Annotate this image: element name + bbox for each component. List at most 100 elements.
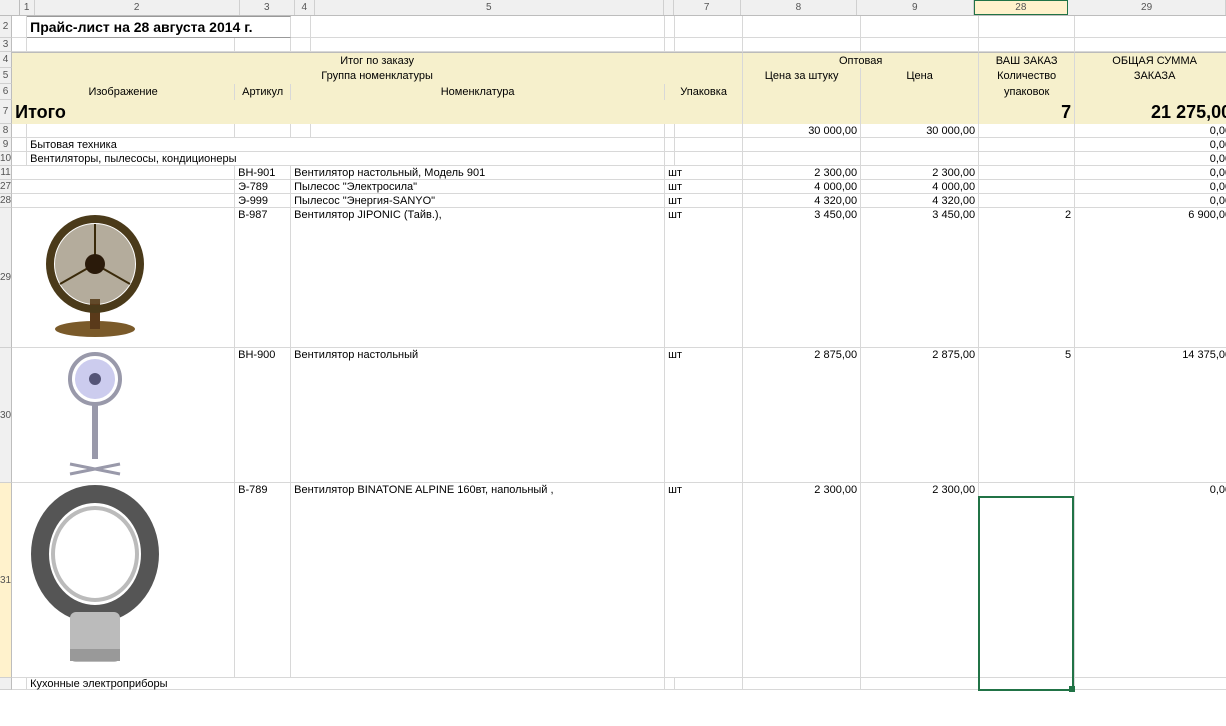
item-unit: шт: [665, 483, 743, 678]
cells-area[interactable]: Прайс-лист на 28 августа 2014 г. Итог по …: [12, 16, 1226, 690]
item-price2: 2 875,00: [861, 348, 979, 483]
group-row: Бытовая техника: [27, 138, 665, 152]
item-sum: 0,00: [1075, 180, 1226, 194]
col-header-2[interactable]: 2: [35, 0, 240, 15]
item-unit: шт: [665, 180, 743, 194]
item-price1: 4 000,00: [743, 180, 861, 194]
header-nomenclature-group: Группа номенклатуры: [12, 68, 743, 84]
total-label: Итого: [12, 100, 743, 124]
item-price1: 4 320,00: [743, 194, 861, 208]
header-price: Цена: [861, 68, 979, 84]
item-name: Вентилятор настольный: [291, 348, 665, 483]
header-packs: упаковок: [979, 84, 1075, 100]
row-header-11[interactable]: 11: [0, 166, 12, 180]
row-header-8[interactable]: 8: [0, 124, 12, 138]
header-packaging: Упаковка: [665, 84, 743, 100]
group-row: Кухонные электроприборы: [27, 678, 665, 690]
item-price2: 3 450,00: [861, 208, 979, 348]
row-header-3[interactable]: 3: [0, 38, 12, 52]
col-header-7[interactable]: 7: [674, 0, 741, 15]
select-all-corner[interactable]: [0, 0, 20, 15]
item-name: Вентилятор BINATONE ALPINE 160вт, наполь…: [291, 483, 665, 678]
total-sum: 21 275,00: [1075, 100, 1226, 124]
item-price2: 2 300,00: [861, 483, 979, 678]
row-header-31[interactable]: 31: [0, 483, 12, 678]
row-header-29[interactable]: 29: [0, 208, 12, 348]
row-header-6[interactable]: 6: [0, 84, 12, 100]
header-nomenclature: Номенклатура: [291, 84, 665, 100]
row-header-7[interactable]: 7: [0, 100, 12, 124]
item-sku: В-789: [235, 483, 291, 678]
col-header-6[interactable]: [664, 0, 674, 15]
item-name: Вентилятор настольный, Модель 901: [291, 166, 665, 180]
item-sum: 0,00: [1075, 194, 1226, 208]
item-unit: шт: [665, 194, 743, 208]
item-name: Пылесос "Энергия-SANYO": [291, 194, 665, 208]
col-header-29[interactable]: 29: [1068, 0, 1226, 15]
col-header-9[interactable]: 9: [857, 0, 973, 15]
col-header-5[interactable]: 5: [315, 0, 664, 15]
subtotal-price2: 30 000,00: [861, 124, 979, 138]
item-price2: 4 320,00: [861, 194, 979, 208]
row-header-2[interactable]: 2: [0, 16, 12, 38]
item-price1: 3 450,00: [743, 208, 861, 348]
item-qty[interactable]: [979, 180, 1075, 194]
header-grand-total: ОБЩАЯ СУММА: [1075, 52, 1226, 68]
subtotal-price1: 30 000,00: [743, 124, 861, 138]
row-header-27[interactable]: 27: [0, 180, 12, 194]
col-header-3[interactable]: 3: [240, 0, 295, 15]
item-price2: 4 000,00: [861, 180, 979, 194]
header-price-per-unit: Цена за штуку: [743, 68, 861, 84]
row-header-4[interactable]: 4: [0, 52, 12, 68]
item-sku: ВН-901: [235, 166, 291, 180]
item-price1: 2 875,00: [743, 348, 861, 483]
item-qty[interactable]: [979, 483, 1075, 678]
header-order-of: ЗАКАЗА: [1075, 68, 1226, 84]
product-image: [15, 209, 175, 339]
item-sku: ВН-900: [235, 348, 291, 483]
header-image: Изображение: [12, 84, 235, 100]
product-image: [15, 484, 175, 669]
row-header-9[interactable]: 9: [0, 138, 12, 152]
row-header-10[interactable]: 10: [0, 152, 12, 166]
group-row: Вентиляторы, пылесосы, кондиционеры: [27, 152, 665, 166]
item-sum: 14 375,00: [1075, 348, 1226, 483]
item-qty[interactable]: 2: [979, 208, 1075, 348]
header-your-order: ВАШ ЗАКАЗ: [979, 52, 1075, 68]
row-header-5[interactable]: 5: [0, 68, 12, 84]
item-qty[interactable]: [979, 166, 1075, 180]
item-unit: шт: [665, 208, 743, 348]
item-name: Вентилятор JIPONIC (Тайв.),: [291, 208, 665, 348]
header-wholesale: Оптовая: [743, 52, 979, 68]
item-sku: Э-999: [235, 194, 291, 208]
column-headers: 1 2 3 4 5 7 8 9 28 29: [0, 0, 1226, 16]
row-header-28[interactable]: 28: [0, 194, 12, 208]
subtotal-sum: 0,00: [1075, 124, 1226, 138]
item-price1: 2 300,00: [743, 166, 861, 180]
total-qty: 7: [979, 100, 1075, 124]
product-image: [15, 349, 175, 479]
item-sum: 0,00: [1075, 483, 1226, 678]
item-unit: шт: [665, 166, 743, 180]
item-qty[interactable]: [979, 194, 1075, 208]
item-price1: 2 300,00: [743, 483, 861, 678]
row-header-30[interactable]: 30: [0, 348, 12, 483]
col-header-4[interactable]: 4: [295, 0, 315, 15]
page-title: Прайс-лист на 28 августа 2014 г.: [27, 16, 291, 38]
header-order-summary: Итог по заказу: [12, 52, 743, 68]
row-headers: 2345678910112728293031: [0, 16, 12, 690]
item-price2: 2 300,00: [861, 166, 979, 180]
col-header-1[interactable]: 1: [20, 0, 35, 15]
item-sum: 6 900,00: [1075, 208, 1226, 348]
item-unit: шт: [665, 348, 743, 483]
header-quantity: Количество: [979, 68, 1075, 84]
spreadsheet[interactable]: 1 2 3 4 5 7 8 9 28 29 234567891011272829…: [0, 0, 1226, 726]
row-header-[interactable]: [0, 678, 12, 690]
item-name: Пылесос "Электросила": [291, 180, 665, 194]
col-header-28[interactable]: 28: [974, 0, 1069, 15]
col-header-8[interactable]: 8: [741, 0, 857, 15]
item-qty[interactable]: 5: [979, 348, 1075, 483]
header-sku: Артикул: [235, 84, 291, 100]
item-sku: Э-789: [235, 180, 291, 194]
item-sum: 0,00: [1075, 166, 1226, 180]
